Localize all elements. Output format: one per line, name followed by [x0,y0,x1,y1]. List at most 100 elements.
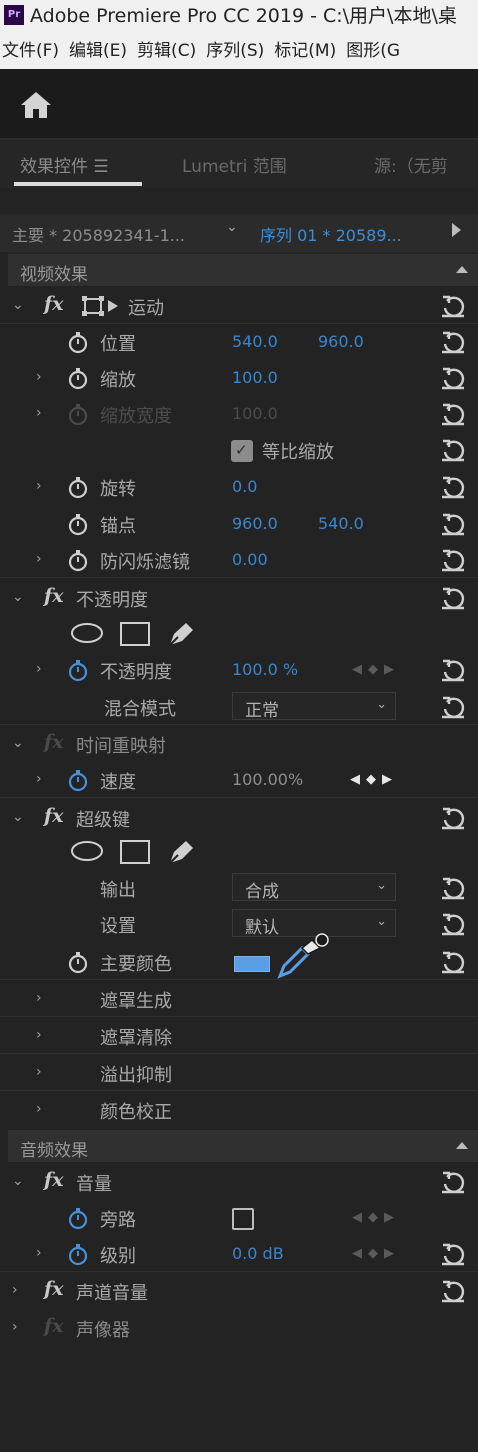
key-color-swatch[interactable] [234,956,270,972]
chevron-down-icon[interactable]: ⌄ [226,219,242,239]
chevron-right-icon[interactable]: › [36,405,42,421]
reset-icon[interactable] [440,1170,466,1196]
fx-icon[interactable]: fx [44,585,64,607]
reset-icon[interactable] [440,294,466,320]
chevron-right-icon[interactable]: › [36,1245,42,1261]
rectangle-mask-icon[interactable] [120,840,150,864]
pen-mask-icon[interactable] [166,838,196,866]
effect-panner-row[interactable]: › fx 声像器 [0,1310,478,1346]
chevron-right-icon[interactable]: › [36,1101,42,1117]
stopwatch-icon[interactable] [68,514,88,536]
chevron-right-icon[interactable]: › [36,478,42,494]
video-effects-header[interactable]: 视频效果 [8,254,478,286]
effect-motion-row[interactable]: ⌄ fx 运动 [0,288,478,324]
antiflicker-value[interactable]: 0.00 [232,550,268,569]
rotation-value[interactable]: 0.0 [232,477,257,496]
master-clip-label[interactable]: 主要 * 205892341-1... [12,222,185,246]
reset-icon[interactable] [440,950,466,976]
collapse-up-icon[interactable] [456,1142,468,1149]
rectangle-mask-icon[interactable] [120,622,150,646]
play-triangle-icon[interactable] [452,223,461,237]
chevron-right-icon[interactable]: › [36,1064,42,1080]
reset-icon[interactable] [440,330,466,356]
fx-icon[interactable]: fx [44,805,64,827]
speed-value[interactable]: 100.00% [232,770,303,789]
menu-sequence[interactable]: 序列(S) [206,41,264,61]
position-x-value[interactable]: 540.0 [232,332,278,351]
stopwatch-active-icon[interactable] [68,660,88,682]
pen-mask-icon[interactable] [166,620,196,648]
reset-icon[interactable] [440,586,466,612]
group-matte-generation-row[interactable]: › 遮罩生成 [0,981,478,1017]
reset-icon[interactable] [440,366,466,392]
reset-icon[interactable] [440,438,466,464]
keyframe-navigator[interactable]: ◀◆▶ [350,772,398,787]
group-matte-cleanup-row[interactable]: › 遮罩清除 [0,1018,478,1054]
chevron-right-icon[interactable]: › [36,990,42,1006]
reset-icon[interactable] [440,1242,466,1268]
ellipse-mask-icon[interactable] [70,622,104,644]
reset-icon[interactable] [440,512,466,538]
chevron-right-icon[interactable]: › [36,551,42,567]
collapse-up-icon[interactable] [456,266,468,273]
group-color-correction-row[interactable]: › 颜色校正 [0,1092,478,1128]
level-value[interactable]: 0.0 dB [232,1244,284,1263]
chevron-right-icon[interactable]: › [36,369,42,385]
menu-file[interactable]: 文件(F) [2,41,59,61]
chevron-down-icon[interactable]: ⌄ [12,589,24,605]
menu-edit[interactable]: 编辑(E) [69,41,127,61]
output-dropdown[interactable]: 合成 ⌄ [232,873,396,902]
fx-icon[interactable]: fx [44,1278,64,1300]
reset-icon[interactable] [440,695,466,721]
reset-icon[interactable] [440,876,466,902]
uniform-scale-checkbox[interactable]: ✓ [231,440,253,462]
anchor-x-value[interactable]: 960.0 [232,514,278,533]
reset-icon[interactable] [440,475,466,501]
tab-lumetri-scopes[interactable]: Lumetri 范围 [182,152,287,177]
stopwatch-icon[interactable] [68,952,88,974]
effect-ultra-key-row[interactable]: ⌄ fx 超级键 [0,800,478,836]
reset-icon[interactable] [440,1279,466,1305]
menu-clip[interactable]: 剪辑(C) [137,41,196,61]
menu-graphics[interactable]: 图形(G [346,41,400,61]
fx-icon[interactable]: fx [44,293,64,315]
ellipse-mask-icon[interactable] [70,840,104,862]
chevron-right-icon[interactable]: › [36,661,42,677]
bypass-checkbox[interactable] [232,1208,254,1230]
stopwatch-icon[interactable] [68,368,88,390]
transform-box-icon[interactable] [82,296,122,316]
chevron-right-icon[interactable]: › [36,771,42,787]
stopwatch-icon[interactable] [68,550,88,572]
chevron-down-icon[interactable]: ⌄ [12,1173,24,1189]
blend-mode-dropdown[interactable]: 正常 ⌄ [232,692,396,721]
group-spill-suppression-row[interactable]: › 溢出抑制 [0,1055,478,1091]
chevron-down-icon[interactable]: ⌄ [12,297,24,313]
scale-value[interactable]: 100.0 [232,368,278,387]
reset-icon[interactable] [440,912,466,938]
chevron-right-icon[interactable]: › [12,1282,18,1298]
effect-opacity-row[interactable]: ⌄ fx 不透明度 [0,580,478,616]
fx-icon[interactable]: fx [44,1169,64,1191]
keyframe-navigator[interactable]: ◀◆▶ [352,1246,400,1261]
stopwatch-active-icon[interactable] [68,1244,88,1266]
opacity-value[interactable]: 100.0 % [232,660,298,679]
stopwatch-active-icon[interactable] [68,770,88,792]
chevron-down-icon[interactable]: ⌄ [12,809,24,825]
chevron-right-icon[interactable]: › [12,1319,18,1335]
eyedropper-icon[interactable] [276,932,336,980]
reset-icon[interactable] [440,548,466,574]
reset-icon[interactable] [440,658,466,684]
chevron-down-icon[interactable]: ⌄ [12,735,24,751]
home-icon[interactable] [20,91,52,119]
effect-channel-volume-row[interactable]: › fx 声道音量 [0,1273,478,1309]
keyframe-navigator[interactable]: ◀◆▶ [352,662,400,677]
stopwatch-active-icon[interactable] [68,1208,88,1230]
chevron-right-icon[interactable]: › [36,1027,42,1043]
stopwatch-icon[interactable] [68,477,88,499]
reset-icon[interactable] [440,402,466,428]
sequence-clip-label[interactable]: 序列 01 * 20589... [260,222,402,246]
keyframe-navigator[interactable]: ◀◆▶ [352,1210,400,1225]
stopwatch-icon[interactable] [68,332,88,354]
reset-icon[interactable] [440,806,466,832]
effect-time-remap-row[interactable]: ⌄ fx 时间重映射 [0,726,478,762]
